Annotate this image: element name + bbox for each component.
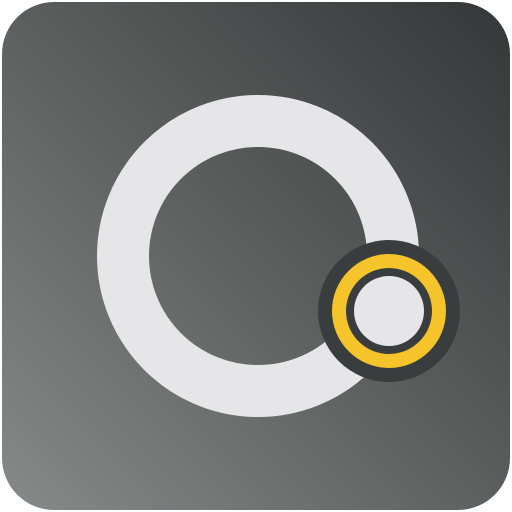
center-dot-icon [354, 276, 424, 346]
app-icon[interactable] [0, 0, 512, 512]
